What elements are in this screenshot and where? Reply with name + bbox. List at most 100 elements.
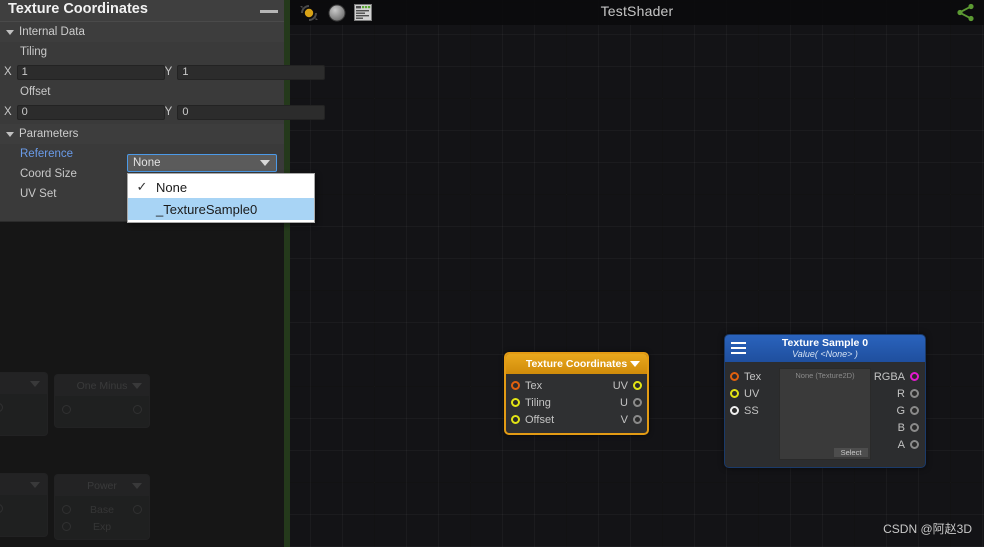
ghost-node-header	[0, 474, 47, 495]
node-port-row: UV	[730, 385, 776, 402]
input-port-tex-icon[interactable]	[730, 372, 739, 381]
output-port-g-icon[interactable]	[910, 406, 919, 415]
chevron-down-icon	[132, 483, 142, 489]
group-label-offset: Offset	[20, 86, 51, 98]
section-header-parameters[interactable]: Parameters	[0, 124, 284, 144]
ghost-node-one-minus[interactable]: One Minus	[54, 374, 150, 428]
node-body: Tex UV SS None (Texture2D) Select RGBA R…	[725, 362, 925, 466]
texture-preview-slot[interactable]: None (Texture2D) Select	[779, 368, 871, 460]
hamburger-menu-icon[interactable]	[731, 342, 746, 354]
node-port-row: RGBA	[871, 368, 919, 385]
reference-dropdown[interactable]: None	[127, 154, 277, 172]
node-subtitle: Value( <None> )	[792, 349, 858, 359]
ghost-node-partial-left-2[interactable]	[0, 473, 48, 537]
reference-dropdown-value: None	[133, 157, 161, 169]
texture-preview-label: None (Texture2D)	[795, 371, 855, 380]
chevron-down-icon	[132, 383, 142, 389]
ghost-node-title: One Minus	[76, 379, 128, 392]
offset-x-input[interactable]	[16, 104, 165, 120]
watermark: CSDN @阿赵3D	[883, 522, 972, 536]
share-icon[interactable]	[956, 3, 976, 27]
node-port-row: SS	[730, 402, 776, 419]
input-port-icon[interactable]	[62, 505, 71, 514]
section-header-internal-data[interactable]: Internal Data	[0, 22, 284, 42]
chevron-down-icon	[260, 160, 270, 166]
page-title: TestShader	[600, 3, 674, 19]
output-port-icon[interactable]	[133, 405, 142, 414]
minimize-button[interactable]	[260, 10, 278, 13]
input-port-uv-icon[interactable]	[730, 389, 739, 398]
select-texture-button[interactable]: Select	[833, 447, 869, 458]
port-icon[interactable]	[0, 403, 3, 412]
shader-editor-window: One Minus Power Base Exp Texture Coordin…	[0, 0, 984, 547]
node-header[interactable]: Texture Coordinates	[506, 354, 647, 374]
output-port-label: A	[897, 438, 905, 451]
ghost-node-partial-left-1[interactable]	[0, 372, 48, 436]
output-port-label: V	[620, 413, 628, 426]
ghost-node-body	[0, 495, 47, 522]
ghost-node-body	[55, 396, 149, 423]
axis-label-x: X	[4, 66, 12, 78]
output-port-uv-icon[interactable]	[633, 381, 642, 390]
output-port-r-icon[interactable]	[910, 389, 919, 398]
offset-y-input[interactable]	[177, 104, 326, 120]
graph-toolbar: TestShader	[290, 0, 984, 25]
ghost-node-body: Base Exp	[55, 496, 149, 540]
menu-item-texturesample0[interactable]: _TextureSample0	[128, 198, 314, 220]
input-port-icon[interactable]	[62, 405, 71, 414]
ghost-node-body	[0, 394, 47, 421]
triangle-down-icon	[6, 29, 14, 35]
input-port-label: Offset	[525, 413, 555, 426]
param-label-uv-set: UV Set	[20, 188, 57, 200]
chevron-down-icon	[30, 482, 40, 488]
node-title: Texture Coordinates	[525, 358, 628, 370]
menu-item-none[interactable]: ✓ None	[128, 176, 314, 198]
ghost-node-power[interactable]: Power Base Exp	[54, 474, 150, 540]
param-label-reference: Reference	[20, 148, 74, 160]
menu-item-label: _TextureSample0	[156, 201, 258, 217]
output-port-v-icon[interactable]	[633, 415, 642, 424]
port-icon[interactable]	[0, 504, 3, 513]
triangle-down-icon	[6, 131, 14, 137]
tiling-x-input[interactable]	[16, 64, 165, 80]
output-port-b-icon[interactable]	[910, 423, 919, 432]
input-port-ss-icon[interactable]	[730, 406, 739, 415]
reference-dropdown-menu[interactable]: ✓ None _TextureSample0	[127, 173, 315, 223]
output-port-label: RGBA	[873, 370, 905, 383]
node-header[interactable]: Texture Sample 0 Value( <None> )	[725, 335, 925, 362]
node-texture-coordinates[interactable]: Texture Coordinates Tex UV Tiling U Offs…	[504, 352, 649, 435]
node-port-row: Offset V	[511, 411, 642, 428]
node-input-ports: Tex UV SS	[730, 368, 776, 460]
input-port-offset-icon[interactable]	[511, 415, 520, 424]
node-body: Tex UV Tiling U Offset V	[506, 374, 647, 433]
ghost-node-header	[0, 373, 47, 394]
node-texture-sample-0[interactable]: Texture Sample 0 Value( <None> ) Tex UV …	[724, 334, 926, 468]
node-port-row: B	[871, 419, 919, 436]
node-port-row: G	[871, 402, 919, 419]
input-port-label: UV	[744, 387, 760, 400]
ghost-node-title: Power	[87, 479, 117, 492]
node-port-row: Tiling U	[511, 394, 642, 411]
offset-vector-row: X Y	[0, 102, 326, 122]
output-port-a-icon[interactable]	[910, 440, 919, 449]
tiling-y-input[interactable]	[177, 64, 326, 80]
section-header-label: Internal Data	[19, 26, 85, 38]
output-port-icon[interactable]	[133, 505, 142, 514]
input-port-tiling-icon[interactable]	[511, 398, 520, 407]
ghost-node-row	[0, 500, 40, 517]
output-port-u-icon[interactable]	[633, 398, 642, 407]
check-icon: ✓	[136, 179, 148, 194]
ghost-node-row-label: Base	[90, 503, 114, 516]
input-port-label: Tex	[744, 370, 762, 383]
input-port-icon[interactable]	[62, 522, 71, 531]
ghost-node-row: Exp	[62, 518, 142, 535]
ghost-node-header: Power	[55, 475, 149, 496]
axis-label-y: Y	[164, 106, 173, 118]
axis-label-x: X	[4, 106, 12, 118]
menu-item-label: None	[156, 179, 188, 195]
output-port-rgba-icon[interactable]	[910, 372, 919, 381]
chevron-down-icon[interactable]	[630, 361, 640, 367]
param-label-coord-size: Coord Size	[20, 168, 77, 180]
panel-header: Texture Coordinates	[0, 0, 284, 22]
input-port-tex-icon[interactable]	[511, 381, 520, 390]
